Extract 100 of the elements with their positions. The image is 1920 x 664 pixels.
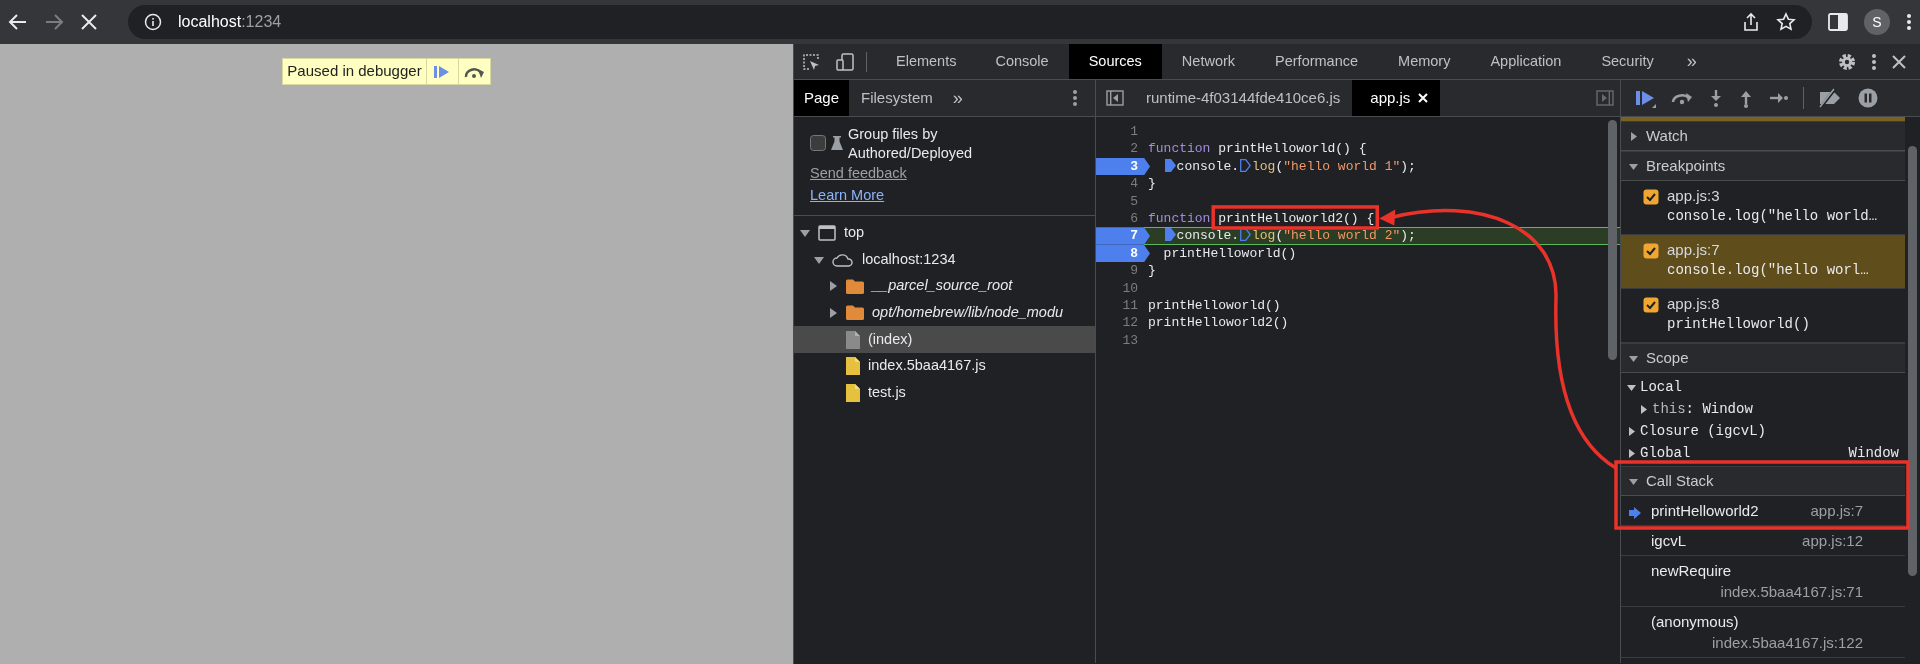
line-number: 13 (1121, 331, 1139, 350)
breakpoint-code: printHelloworld() (1667, 315, 1810, 334)
breakpoint-marker[interactable]: 3 (1096, 157, 1150, 176)
panel-tab[interactable]: Security (1581, 44, 1674, 79)
code-line: printHelloworld2() (1147, 314, 1290, 332)
inspect-icon (801, 51, 821, 72)
panel-tab[interactable]: Application (1470, 44, 1582, 79)
tree-item[interactable]: localhost:1234 (794, 246, 1095, 273)
breakpoint-marker[interactable]: 7 (1096, 227, 1150, 245)
caret-icon[interactable] (828, 307, 838, 318)
scope-entry[interactable]: Closure (igcvL) (1627, 420, 1899, 442)
line-number: 9 (1129, 262, 1139, 280)
tree-item[interactable]: (index) (794, 326, 1095, 353)
checkbox[interactable] (1643, 243, 1659, 259)
option-label: Group files by Authored/Deployed (848, 125, 974, 163)
forward-icon[interactable] (44, 12, 64, 32)
settings-icon (1837, 51, 1857, 72)
profile-avatar[interactable]: S (1864, 9, 1890, 35)
breakpoint-location: app.js:8 (1667, 294, 1721, 314)
scope-entry[interactable]: this: Window (1627, 398, 1899, 420)
scope-entry[interactable]: Local (1627, 376, 1899, 398)
caret-icon[interactable] (1629, 161, 1638, 171)
tree-item[interactable]: top (794, 219, 1095, 247)
tree-item[interactable]: index.5baa4167.js (794, 352, 1095, 380)
back-icon[interactable] (8, 12, 28, 32)
more-icon (1871, 52, 1877, 71)
folder-icon (846, 278, 864, 294)
caret-icon[interactable] (800, 227, 810, 238)
more-tabs-button[interactable]: » (1673, 44, 1710, 79)
link[interactable]: Learn More (810, 184, 885, 207)
caret-icon[interactable] (828, 281, 838, 292)
file-tab[interactable]: app.js (1352, 80, 1441, 116)
file-icon (846, 383, 860, 402)
link[interactable]: Send feedback (810, 163, 907, 185)
call-frame[interactable]: newRequire index.5baa4167.js:71 (1621, 556, 1905, 607)
line-number: 10 (1121, 279, 1139, 297)
scope-entry[interactable]: Global Window (1627, 442, 1899, 464)
section-header[interactable]: Call Stack (1621, 466, 1905, 496)
inline-breakpoint-icon[interactable] (1240, 228, 1251, 242)
section-header[interactable]: Watch (1621, 121, 1905, 151)
inline-breakpoint-icon[interactable] (1240, 158, 1251, 172)
file-tab[interactable]: runtime-4f03144fde410ce6.js (1134, 80, 1353, 116)
panel-tab[interactable]: Elements (877, 44, 976, 79)
info-icon (144, 13, 162, 31)
checkbox[interactable] (1643, 189, 1659, 205)
caret-icon[interactable] (1629, 131, 1638, 141)
line-number: 5 (1129, 192, 1139, 210)
file-icon (846, 357, 860, 376)
panel-tab[interactable]: Console (975, 44, 1069, 79)
sidebar-toggle-icon (1106, 90, 1124, 106)
close-icon[interactable] (1418, 93, 1429, 103)
panel-tab[interactable]: Performance (1255, 44, 1379, 79)
panel-tab[interactable]: Network (1161, 44, 1256, 79)
device-icon (835, 51, 855, 72)
star-icon[interactable] (1776, 12, 1796, 32)
more-icon[interactable] (1906, 13, 1912, 31)
scrollbar-thumb[interactable] (1608, 120, 1617, 360)
inline-breakpoint-icon[interactable] (1164, 158, 1176, 172)
url-text: localhost:1234 (178, 12, 282, 32)
caret-icon[interactable] (814, 254, 824, 265)
breakpoint-item[interactable]: app.js:7 console.log("hello worl… (1621, 235, 1905, 289)
address-bar[interactable]: localhost:1234 (128, 5, 1812, 39)
panel-tab[interactable]: Memory (1378, 44, 1471, 79)
scrollbar-thumb[interactable] (1908, 146, 1917, 576)
breakpoint-location: app.js:3 (1667, 186, 1721, 206)
caret-icon[interactable] (1629, 353, 1638, 363)
more-tabs-button[interactable]: » (944, 80, 971, 116)
breakpoint-off-icon (1817, 88, 1843, 108)
caret-icon[interactable] (1639, 404, 1648, 414)
share-icon[interactable] (1742, 12, 1760, 32)
side-panel-icon[interactable] (1828, 13, 1848, 31)
checkbox[interactable] (810, 135, 826, 151)
cloud-icon (832, 252, 854, 267)
call-frame[interactable]: (anonymous) index.5baa4167.js:122 (1621, 607, 1905, 658)
caret-icon[interactable] (1629, 476, 1638, 486)
section-header[interactable]: Breakpoints (1621, 151, 1905, 181)
call-frame[interactable]: printHelloworld2 app.js:7 (1621, 496, 1905, 526)
caret-icon[interactable] (1627, 382, 1636, 392)
window-icon (818, 224, 836, 241)
checkbox[interactable] (1643, 297, 1659, 313)
code-line: printHelloworld() (1162, 244, 1298, 263)
stop-icon[interactable] (80, 13, 98, 31)
section-header[interactable]: Scope (1621, 343, 1905, 373)
close-icon (1891, 53, 1907, 70)
panel-tab[interactable]: Sources (1068, 44, 1162, 79)
call-frame[interactable]: igcvL app.js:12 (1621, 526, 1905, 556)
tree-item[interactable]: __parcel_source_root (794, 272, 1095, 300)
tree-item[interactable]: opt/homebrew/lib/node_modu (794, 299, 1095, 327)
inline-breakpoint-icon[interactable] (1164, 228, 1176, 242)
caret-icon[interactable] (1627, 448, 1636, 458)
file-icon (846, 330, 860, 349)
navigator-tab[interactable]: Filesystem (849, 80, 945, 116)
line-number: 6 (1129, 209, 1139, 228)
caret-icon[interactable] (1627, 426, 1636, 436)
paused-message: Paused in debugger (286, 61, 423, 82)
line-number: 2 (1129, 140, 1139, 158)
line-number: 11 (1121, 296, 1139, 315)
breakpoint-marker[interactable]: 8 (1096, 244, 1150, 263)
navigator-tab[interactable]: Page (794, 80, 850, 116)
tree-item[interactable]: test.js (794, 379, 1095, 407)
